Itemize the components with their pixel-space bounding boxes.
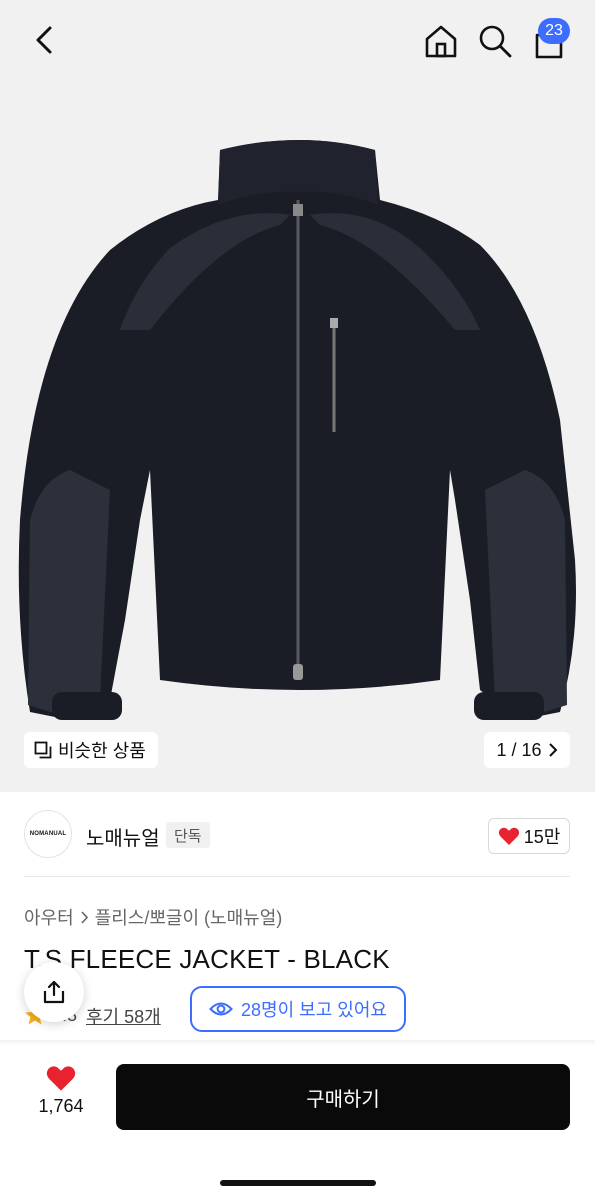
home-indicator xyxy=(220,1180,376,1186)
search-button[interactable] xyxy=(476,22,514,60)
chevron-right-icon xyxy=(548,743,557,757)
chevron-left-icon xyxy=(36,26,52,54)
viewers-text: 28명이 보고 있어요 xyxy=(241,1000,387,1020)
store-like-count: 15만 xyxy=(523,827,561,847)
store-info-row: NOMANUAL 노매뉴얼 단독 15만 xyxy=(0,806,595,866)
breadcrumb: 아우터 플리스/뽀글이 (노매뉴얼) xyxy=(24,904,282,930)
store-logo-text: NOMANUAL xyxy=(29,831,67,837)
store-like-button[interactable]: 15만 xyxy=(488,818,570,854)
chevron-right-icon xyxy=(81,910,88,924)
share-icon xyxy=(43,980,65,1004)
wishlist-count: 1,764 xyxy=(38,1096,84,1116)
product-title: T.S FLEECE JACKET - BLACK xyxy=(24,944,390,974)
store-name[interactable]: 노매뉴얼 xyxy=(86,822,160,851)
search-icon xyxy=(479,25,512,58)
product-image-gallery[interactable] xyxy=(0,0,595,792)
top-navigation-bar: 23 xyxy=(0,0,595,80)
home-button[interactable] xyxy=(422,22,460,60)
home-icon xyxy=(425,25,457,58)
store-logo[interactable]: NOMANUAL xyxy=(24,810,72,858)
wishlist-button[interactable]: 1,764 xyxy=(30,1064,92,1128)
heart-icon xyxy=(46,1066,76,1091)
breadcrumb-item[interactable]: 아우터 xyxy=(24,904,74,930)
similar-products-button[interactable]: 비슷한 상품 xyxy=(24,732,158,768)
cart-count-badge: 23 xyxy=(538,18,570,44)
buy-button[interactable]: 구매하기 xyxy=(116,1064,570,1130)
section-divider xyxy=(24,876,570,877)
eye-icon xyxy=(209,1002,233,1016)
gallery-counter-text: 1 / 16 xyxy=(496,739,542,760)
jacket-product-image xyxy=(18,140,576,720)
exclusive-tag: 단독 xyxy=(166,822,210,848)
viewers-badge: 28명이 보고 있어요 xyxy=(190,986,406,1032)
gallery-page-counter[interactable]: 1 / 16 xyxy=(484,732,570,768)
heart-icon xyxy=(498,827,519,845)
review-count-link[interactable]: 후기 58개 xyxy=(86,1003,161,1029)
back-button[interactable] xyxy=(26,22,62,58)
similar-items-icon xyxy=(34,741,52,759)
similar-products-label: 비슷한 상품 xyxy=(58,741,146,761)
share-button[interactable] xyxy=(24,962,84,1022)
breadcrumb-item[interactable]: 플리스/뽀글이 (노매뉴얼) xyxy=(95,904,283,930)
